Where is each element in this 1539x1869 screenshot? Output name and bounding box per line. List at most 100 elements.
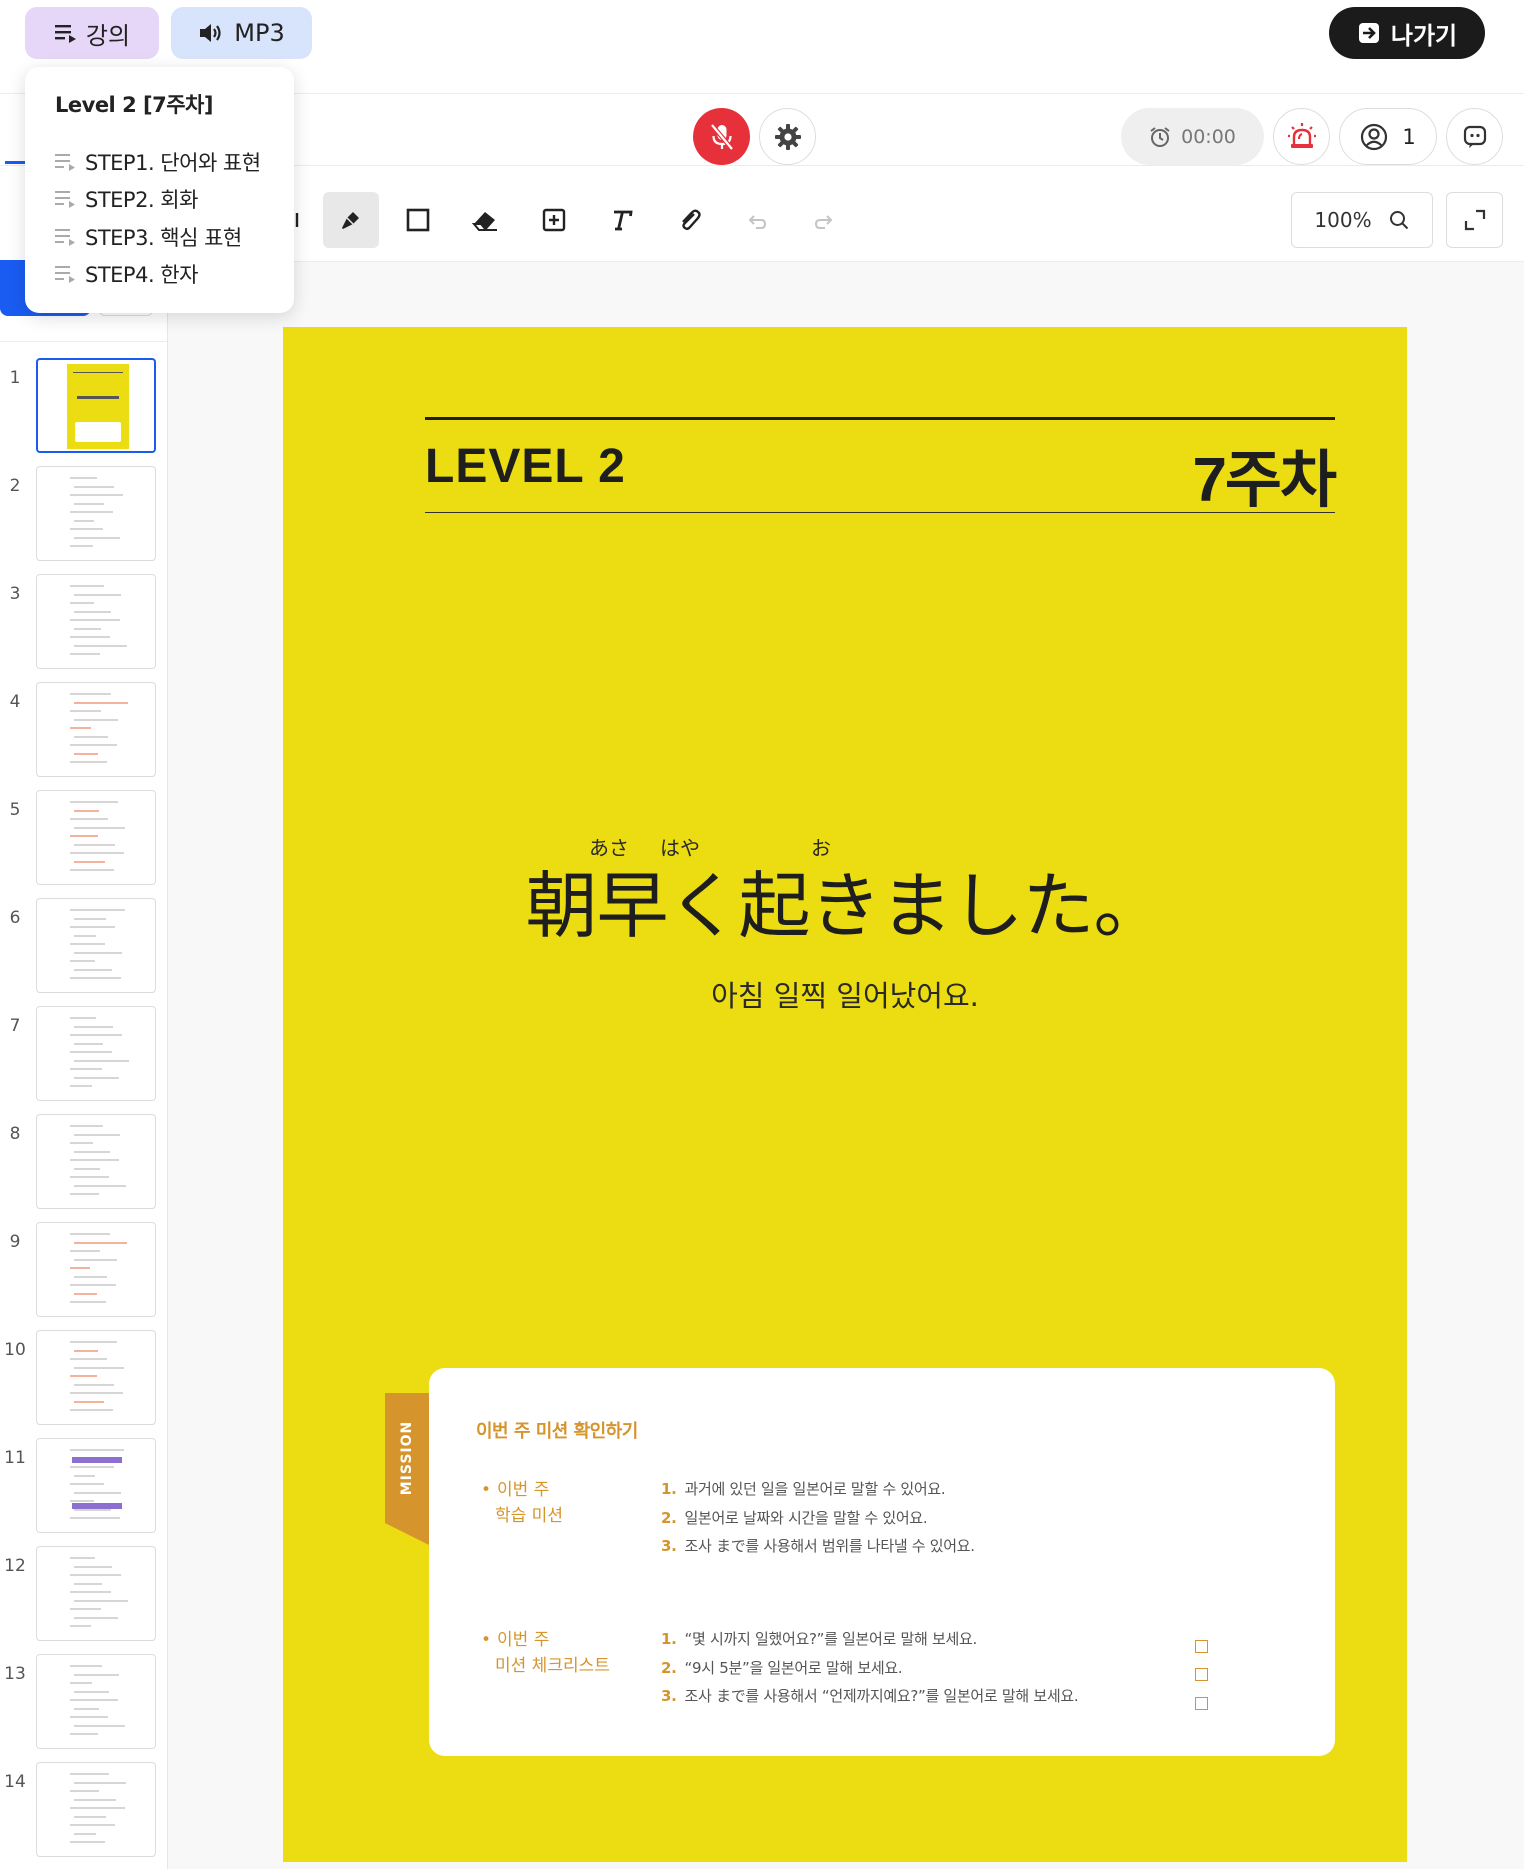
- rectangle-tool[interactable]: [390, 192, 446, 248]
- page-thumbnail[interactable]: [36, 1114, 156, 1209]
- fullscreen-button[interactable]: [1446, 192, 1503, 248]
- attach-tool[interactable]: [662, 192, 718, 248]
- exit-label: 나가기: [1390, 21, 1458, 50]
- marker-icon: [342, 212, 359, 229]
- playlist-icon: [55, 228, 75, 246]
- list-item: 2. “9시 5분”을 일본어로 말해 보세요.: [661, 1654, 1078, 1683]
- header-rule-thin: [425, 512, 1335, 513]
- exit-icon: [1358, 23, 1379, 43]
- dropdown-item-label: STEP3. 핵심 표현: [85, 225, 242, 250]
- item-text: 조사 まで를 사용해서 “언제까지예요?”를 일본어로 말해 보세요.: [684, 1687, 1079, 1705]
- pen-tool[interactable]: [323, 192, 379, 248]
- checklist-list: 1. “몇 시까지 일했어요?”를 일본어로 말해 보세요. 2. “9시 5분”을…: [661, 1625, 1079, 1711]
- page-thumbnail[interactable]: [36, 1654, 156, 1749]
- alert-button[interactable]: [1273, 108, 1330, 165]
- item-number: 1.: [661, 1630, 677, 1648]
- page-thumbnail[interactable]: [36, 1438, 156, 1533]
- thumbnail-preview: [66, 1119, 128, 1204]
- thumbnail-number: 12: [4, 1556, 26, 1576]
- label-line: 이번 주: [497, 1480, 550, 1500]
- timer-display[interactable]: 00:00: [1121, 108, 1264, 165]
- thumbnail-number: 2: [9, 476, 21, 496]
- dropdown-item-label: STEP4. 한자: [85, 263, 198, 288]
- thumbnail-preview: [66, 1011, 129, 1096]
- thumbnail-number: 10: [4, 1340, 26, 1360]
- dropdown-title: Level 2 [7주차]: [55, 93, 213, 117]
- list-item: 1. “몇 시까지 일했어요?”를 일본어로 말해 보세요.: [661, 1625, 1078, 1654]
- participants-button[interactable]: 1: [1339, 108, 1437, 165]
- thumbnail-number: 1: [9, 368, 21, 388]
- dropdown-item-label: STEP2. 회화: [85, 188, 198, 213]
- text-icon: [614, 210, 633, 231]
- item-text: “9시 5분”을 일본어로 말해 보세요.: [684, 1658, 903, 1677]
- page-thumbnail[interactable]: [36, 898, 156, 993]
- chat-icon: [1463, 125, 1486, 148]
- participant-count: 1: [1402, 124, 1416, 149]
- thumbnail-number: 8: [9, 1124, 21, 1144]
- playlist-icon: [54, 25, 76, 43]
- thumbnail-preview: [66, 687, 128, 772]
- dropdown-item-step4[interactable]: STEP4. 한자: [55, 256, 294, 294]
- sidebar-separator: [0, 341, 167, 342]
- page-thumbnail[interactable]: [36, 1330, 156, 1425]
- playlist-icon: [55, 191, 75, 209]
- redo-button[interactable]: [796, 192, 852, 248]
- checkbox[interactable]: [1195, 1697, 1208, 1710]
- list-item: 3. 조사 まで를 사용해서 “언제까지예요?”를 일본어로 말해 보세요.: [661, 1682, 1079, 1711]
- thumbnail-preview: [66, 1443, 128, 1528]
- list-item: 3. 조사 まで를 사용해서 범위를 나타낼 수 있어요.: [661, 1532, 975, 1561]
- mic-toggle-button[interactable]: [693, 108, 750, 165]
- page-thumbnail[interactable]: [36, 1762, 156, 1857]
- label-line: 이번 주: [497, 1630, 550, 1650]
- item-text: 과거에 있던 일을 일본어로 말할 수 있어요.: [684, 1480, 946, 1498]
- checkbox[interactable]: [1195, 1668, 1208, 1681]
- undo-button[interactable]: [729, 192, 785, 248]
- item-number: 2.: [661, 1508, 677, 1527]
- thumbnail-number: 5: [9, 800, 21, 820]
- page-thumbnail[interactable]: [36, 1222, 156, 1317]
- dropdown-item-step2[interactable]: STEP2. 회화: [55, 181, 294, 219]
- page-thumbnail[interactable]: [36, 1546, 156, 1641]
- slide-page[interactable]: LEVEL 2 7주차 あさ はや お 朝早く起きました。 아침 일찍 일어났어…: [283, 327, 1407, 1862]
- chat-button[interactable]: [1446, 108, 1503, 165]
- eraser-tool[interactable]: [457, 192, 513, 248]
- zoom-control[interactable]: 100%: [1291, 192, 1433, 248]
- settings-button[interactable]: [759, 108, 816, 165]
- search-icon: [1389, 211, 1408, 230]
- active-tab-indicator: [5, 161, 25, 164]
- playlist-icon: [55, 266, 75, 284]
- exit-button[interactable]: 나가기: [1329, 7, 1485, 59]
- dropdown-item-step3[interactable]: STEP3. 핵심 표현: [55, 218, 294, 256]
- header-rule: [425, 417, 1335, 420]
- thumbnail-number: 6: [9, 908, 21, 928]
- item-text: “몇 시까지 일했어요?”를 일본어로 말해 보세요.: [684, 1630, 978, 1648]
- thumbnail-preview: [67, 364, 129, 449]
- item-number: 1.: [661, 1480, 677, 1498]
- text-tool[interactable]: [594, 192, 650, 248]
- label-line: 학습 미션: [495, 1506, 563, 1526]
- eraser-icon: [471, 212, 497, 231]
- page-thumbnail[interactable]: [36, 574, 156, 669]
- mp3-button[interactable]: MP3: [171, 7, 312, 59]
- thumbnail-preview: [66, 1659, 128, 1744]
- checkbox[interactable]: [1195, 1640, 1208, 1653]
- page-thumbnail[interactable]: [36, 466, 156, 561]
- page-thumbnail[interactable]: [36, 1006, 156, 1101]
- mic-muted-icon: [709, 123, 734, 150]
- lecture-menu-button[interactable]: 강의: [25, 7, 159, 59]
- thumbnail-preview: [66, 1551, 128, 1636]
- mission-ribbon: MISSION: [385, 1393, 429, 1545]
- page-thumbnail[interactable]: [36, 790, 156, 885]
- learning-mission-list: 1. 과거에 있던 일을 일본어로 말할 수 있어요. 2. 일본어로 날짜와 시간…: [661, 1475, 975, 1561]
- thumbnail-number: 3: [9, 584, 21, 604]
- dropdown-item-step1[interactable]: STEP1. 단어와 표현: [55, 143, 294, 181]
- item-text: 일본어로 날짜와 시간을 말할 수 있어요.: [684, 1508, 928, 1527]
- user-circle-icon: [1361, 123, 1388, 150]
- page-thumbnail[interactable]: [36, 358, 156, 453]
- dropdown-item-label: STEP1. 단어와 표현: [85, 150, 261, 175]
- page-thumbnail[interactable]: [36, 682, 156, 777]
- add-page-tool[interactable]: [526, 192, 582, 248]
- playlist-icon: [55, 153, 75, 171]
- mission-title: 이번 주 미션 확인하기: [476, 1421, 638, 1442]
- thumbnail-number: 11: [4, 1448, 26, 1468]
